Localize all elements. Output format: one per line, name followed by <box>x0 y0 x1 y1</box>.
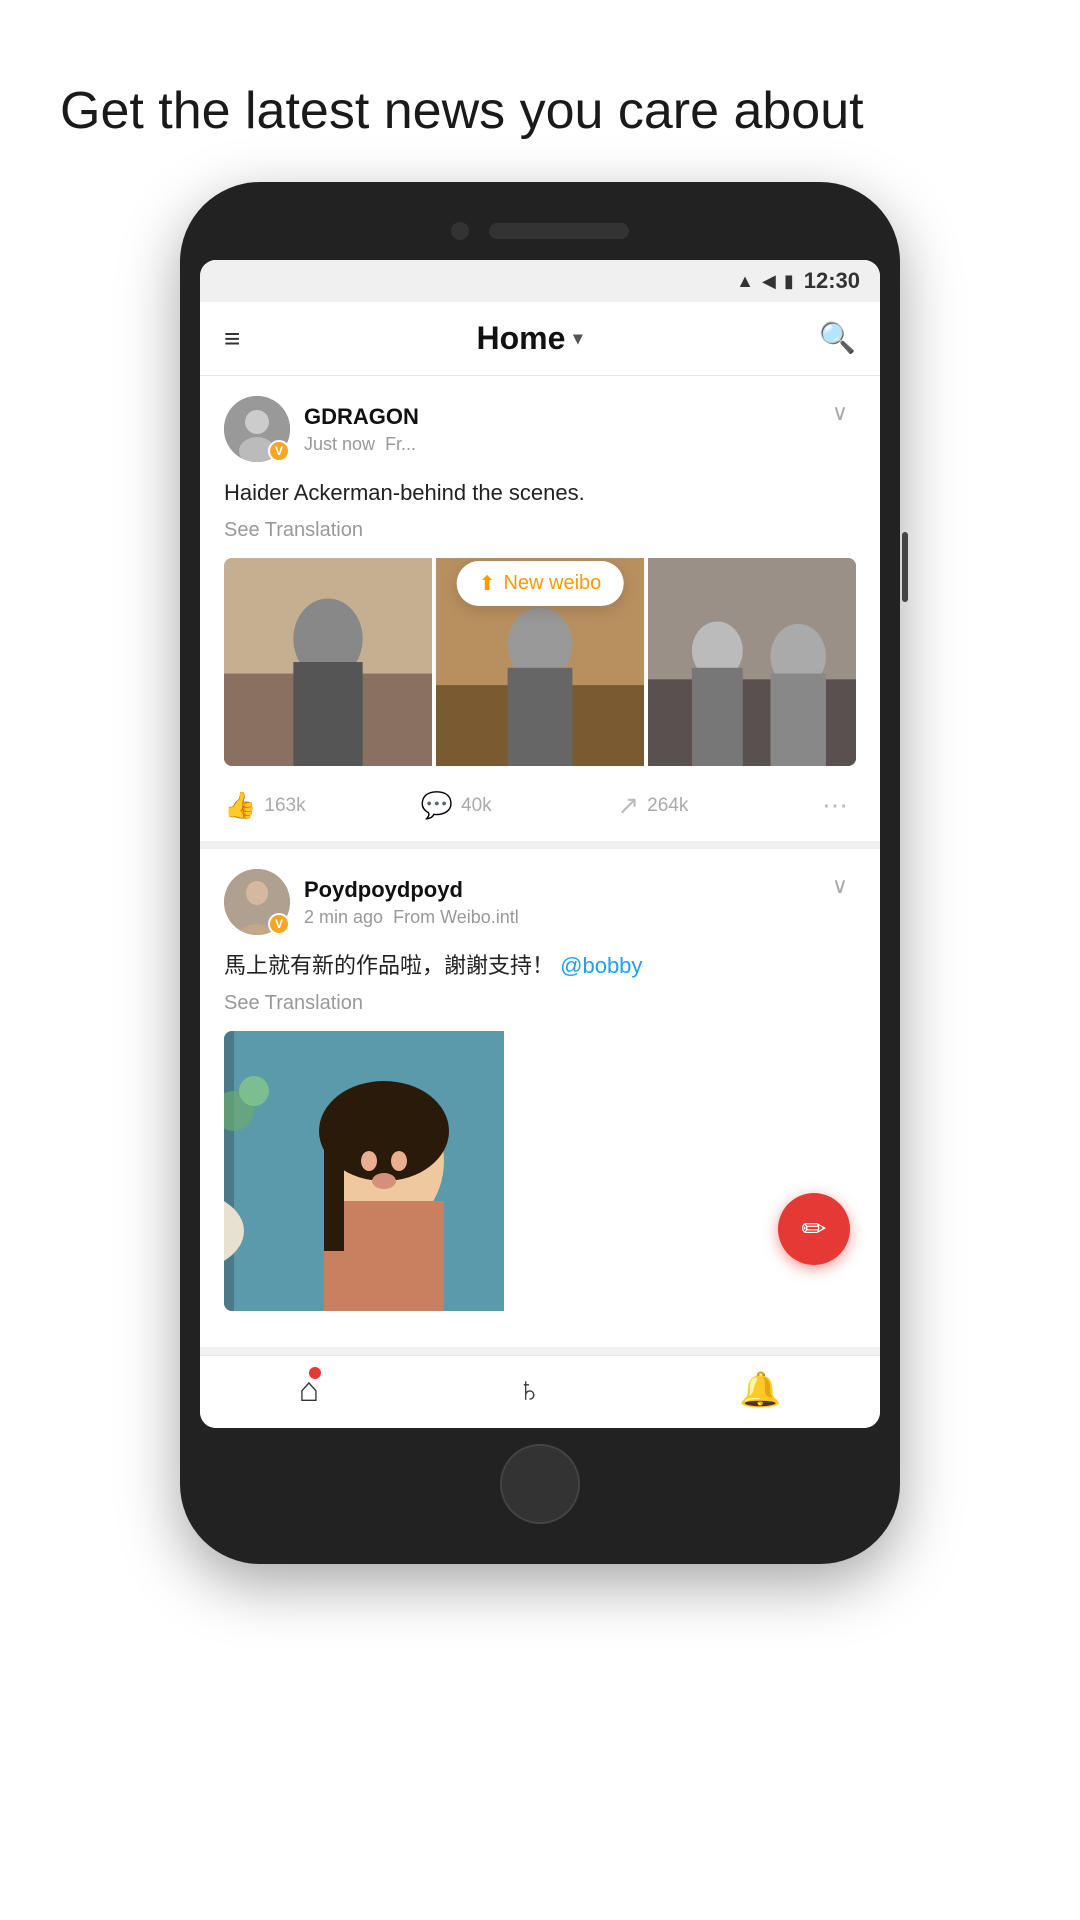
post-2-source: From Weibo.intl <box>393 907 519 927</box>
post-2-images <box>224 1031 856 1311</box>
bottom-nav: ⌂ ♄ 🔔 <box>200 1355 880 1428</box>
post-1-header: V GDRAGON Just now Fr... ∨ <box>224 396 856 462</box>
post-2-image-1 <box>224 1031 504 1311</box>
post-1-meta: Just now Fr... <box>304 434 419 455</box>
post-1-image-3 <box>648 558 856 766</box>
post-1-content: Haider Ackerman-behind the scenes. <box>224 476 856 509</box>
phone-top-bar <box>200 212 880 260</box>
verified-badge-2: V <box>268 913 290 935</box>
new-weibo-badge[interactable]: ⬆ New weibo <box>457 561 624 606</box>
post-2-see-translation[interactable]: See Translation <box>224 992 856 1015</box>
like-icon: 👍 <box>224 790 256 821</box>
post-2-user[interactable]: V Poydpoydpoyd 2 min ago From Weibo.intl <box>224 869 519 935</box>
header-dropdown-icon: ▾ <box>573 328 582 349</box>
nav-home[interactable]: ⌂ <box>299 1371 320 1410</box>
post-2: V Poydpoydpoyd 2 min ago From Weibo.intl <box>200 849 880 1355</box>
new-weibo-arrow-icon: ⬆ <box>479 571 496 596</box>
status-time: 12:30 <box>804 268 860 294</box>
phone-speaker <box>489 223 629 239</box>
compose-icon: ✏ <box>801 1212 826 1247</box>
repost-icon: ↗ <box>617 790 639 821</box>
post-2-content: 馬上就有新的作品啦，謝謝支持！ @bobby <box>224 949 856 982</box>
post-1-see-translation[interactable]: See Translation <box>224 519 856 542</box>
post-1-dropdown-icon[interactable]: ∨ <box>824 396 856 430</box>
post-1-repost-action[interactable]: ↗ 264k <box>617 790 814 821</box>
nav-explore[interactable]: ♄ <box>516 1371 542 1410</box>
header-title-text: Home <box>477 320 566 357</box>
post-1-comment-action[interactable]: 💬 40k <box>421 790 618 821</box>
nav-home-dot <box>309 1367 321 1379</box>
post-2-user-info: Poydpoydpoyd 2 min ago From Weibo.intl <box>304 877 519 928</box>
signal-icon: ◀ <box>762 271 776 292</box>
post-1-user-info: GDRAGON Just now Fr... <box>304 404 419 455</box>
post-2-username: Poydpoydpoyd <box>304 877 519 903</box>
explore-nav-icon: ♄ <box>516 1371 542 1410</box>
post-2-time: 2 min ago <box>304 907 383 927</box>
phone-frame: ▲ ◀ ▮ 12:30 ≡ Home ▾ 🔍 ⬆ New weibo <box>180 182 900 1564</box>
header-title-group[interactable]: Home ▾ <box>477 320 583 357</box>
notification-nav-icon: 🔔 <box>739 1370 781 1410</box>
phone-bottom-bar <box>200 1428 880 1534</box>
post-1-like-action[interactable]: 👍 163k <box>224 790 421 821</box>
phone-screen: ▲ ◀ ▮ 12:30 ≡ Home ▾ 🔍 ⬆ New weibo <box>200 260 880 1428</box>
post-1-image-1 <box>224 558 432 766</box>
post-2-header: V Poydpoydpoyd 2 min ago From Weibo.intl <box>224 869 856 935</box>
nav-notifications[interactable]: 🔔 <box>739 1370 781 1410</box>
post-1-username: GDRAGON <box>304 404 419 430</box>
new-weibo-text: New weibo <box>503 572 601 595</box>
post-1-time: Just now <box>304 434 375 454</box>
front-camera <box>451 222 469 240</box>
post-1-actions: 👍 163k 💬 40k ↗ 264k ⋯ <box>224 782 856 821</box>
battery-icon: ▮ <box>784 271 794 292</box>
phone-home-button[interactable] <box>500 1444 580 1524</box>
side-button <box>902 532 908 602</box>
post-1-comments: 40k <box>461 795 492 817</box>
verified-v-1: V <box>275 444 283 458</box>
share-icon: ⋯ <box>822 790 848 821</box>
search-icon[interactable]: 🔍 <box>819 321 856 356</box>
fab-compose-button[interactable]: ✏ <box>778 1193 850 1265</box>
post-1-source: Fr... <box>385 434 416 454</box>
avatar-wrapper-1: V <box>224 396 290 462</box>
feed: V GDRAGON Just now Fr... ∨ <box>200 376 880 1355</box>
app-header: ≡ Home ▾ 🔍 <box>200 302 880 376</box>
comment-icon: 💬 <box>421 790 453 821</box>
post-2-meta: 2 min ago From Weibo.intl <box>304 907 519 928</box>
hamburger-icon[interactable]: ≡ <box>224 325 240 353</box>
feed-container: ⬆ New weibo <box>200 376 880 1355</box>
post-1: V GDRAGON Just now Fr... ∨ <box>200 376 880 849</box>
verified-v-2: V <box>275 917 283 931</box>
post-2-text: 馬上就有新的作品啦，謝謝支持！ <box>224 953 554 978</box>
post-2-dropdown-icon[interactable]: ∨ <box>824 869 856 903</box>
post-1-reposts: 264k <box>647 795 688 817</box>
post-1-likes: 163k <box>264 795 305 817</box>
post-1-share-action[interactable]: ⋯ <box>814 790 856 821</box>
wifi-icon: ▲ <box>736 271 754 292</box>
page-headline: Get the latest news you care about <box>0 0 1080 182</box>
status-icons: ▲ ◀ ▮ <box>736 271 794 292</box>
post-2-mention[interactable]: @bobby <box>560 953 642 978</box>
post-1-user[interactable]: V GDRAGON Just now Fr... <box>224 396 419 462</box>
verified-badge-1: V <box>268 440 290 462</box>
avatar-wrapper-2: V <box>224 869 290 935</box>
status-bar: ▲ ◀ ▮ 12:30 <box>200 260 880 302</box>
